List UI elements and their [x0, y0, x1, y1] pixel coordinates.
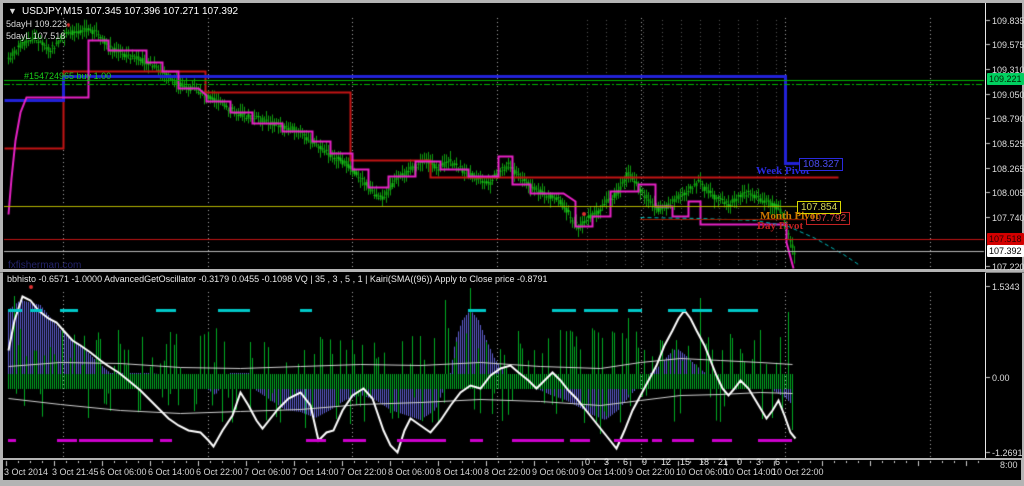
time-axis-label: 6 Oct 14:00 — [148, 467, 195, 477]
chart-title: USDJPY,M15 107.345 107.396 107.271 107.3… — [22, 7, 238, 17]
hour-number: 15 — [680, 457, 690, 467]
corner-time-label: 8:00 — [1000, 461, 1018, 470]
indicator-header: bbhisto -0.6571 -1.0000 AdvancedGetOscil… — [7, 275, 547, 284]
price-axis-label: 108.525 — [992, 139, 1024, 149]
time-axis-label: 6 Oct 22:00 — [196, 467, 243, 477]
osc-axis-label: 1.5343 — [992, 282, 1020, 292]
time-axis-label: 3 Oct 2014 — [4, 467, 48, 477]
osc-axis-label: -1.2691 — [992, 448, 1023, 458]
time-axis-label: 7 Oct 14:00 — [292, 467, 339, 477]
price-axis-label: 107.220 — [992, 262, 1024, 272]
time-axis-label: 8 Oct 06:00 — [388, 467, 435, 477]
collapse-icon[interactable]: ▼ — [8, 7, 17, 16]
time-axis-label: 9 Oct 06:00 — [532, 467, 579, 477]
five-day-high-label: 5dayH 109.223 — [6, 20, 67, 29]
five-day-low-label: 5dayL 107.518 — [6, 32, 65, 41]
price-axis-label: 108.265 — [992, 164, 1024, 174]
oscillator-panel[interactable] — [3, 272, 985, 458]
hour-number: 21 — [718, 457, 728, 467]
hour-number: 6 — [775, 457, 780, 467]
time-axis-label: 7 Oct 06:00 — [244, 467, 291, 477]
main-price-chart[interactable] — [3, 3, 985, 269]
time-axis-label: 7 Oct 22:00 — [340, 467, 387, 477]
mt4-chart-window: ▼ USDJPY,M15 107.345 107.396 107.271 107… — [0, 0, 1024, 486]
time-axis-label: 6 Oct 06:00 — [100, 467, 147, 477]
price-axis-tag: 109.221 — [987, 73, 1024, 85]
hour-number: 9 — [642, 457, 647, 467]
hour-number: 0 — [585, 457, 590, 467]
time-axis-label: 3 Oct 21:45 — [52, 467, 99, 477]
time-axis-label: 10 Oct 22:00 — [772, 467, 824, 477]
price-axis-tag: 107.518 — [987, 233, 1024, 245]
hour-number: 12 — [661, 457, 671, 467]
price-axis-label: 108.005 — [992, 188, 1024, 198]
time-axis-label: 8 Oct 14:00 — [436, 467, 483, 477]
price-axis-label: 109.575 — [992, 40, 1024, 50]
hour-number: 3 — [604, 457, 609, 467]
price-axis-tag: 107.392 — [987, 245, 1024, 257]
price-axis-label: 108.790 — [992, 114, 1024, 124]
price-axis-label: 107.740 — [992, 213, 1024, 223]
week-pivot-price-tag: 108.327 — [799, 158, 843, 171]
time-axis-label: 10 Oct 14:00 — [724, 467, 776, 477]
open-order-label: #154724965 buy 1.00 — [24, 72, 111, 81]
hour-number: 3 — [756, 457, 761, 467]
time-axis-label: 10 Oct 06:00 — [676, 467, 728, 477]
time-axis-label: 9 Oct 22:00 — [628, 467, 675, 477]
time-axis-label: 9 Oct 14:00 — [580, 467, 627, 477]
hour-number: 6 — [623, 457, 628, 467]
month-pivot-label: Month Pivot — [760, 211, 819, 222]
window-frame-bottom — [0, 480, 1024, 486]
hour-number: 0 — [737, 457, 742, 467]
day-pivot-label: Day Pivot — [757, 221, 803, 232]
time-axis-label: 8 Oct 22:00 — [484, 467, 531, 477]
osc-axis-label: 0.00 — [992, 373, 1010, 383]
price-axis-label: 109.050 — [992, 90, 1024, 100]
price-axis-label: 109.835 — [992, 16, 1024, 26]
watermark: fxfisherman.com — [8, 261, 81, 271]
hour-number: 18 — [699, 457, 709, 467]
